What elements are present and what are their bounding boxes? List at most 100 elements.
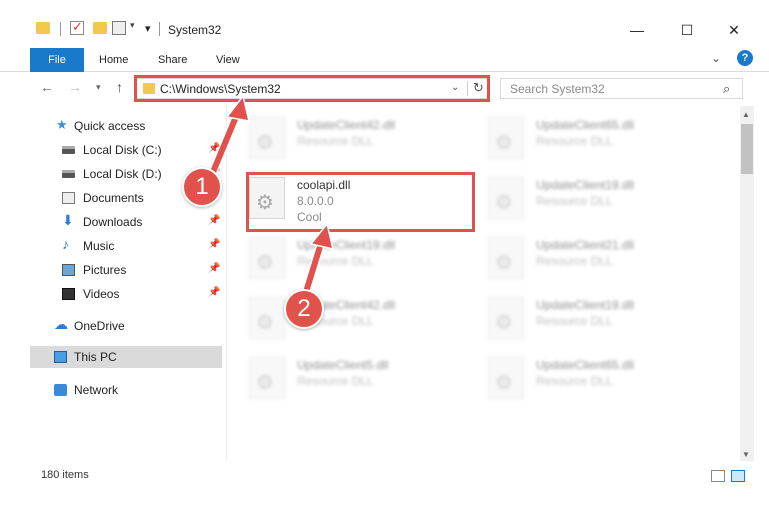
file-type: Resource DLL	[536, 314, 613, 328]
sidebar-item-label: Videos	[83, 287, 120, 301]
pin-icon[interactable]: 📌	[208, 143, 220, 154]
file-tile[interactable]: ⚙ UpdateClient21.dll Resource DLL	[488, 233, 716, 293]
recent-locations-button[interactable]: ▾	[96, 82, 101, 93]
sidebar-item-downloads[interactable]: ⬇ Downloads 📌	[30, 211, 222, 233]
file-name: UpdateClient19.dll	[297, 238, 396, 252]
sidebar-item-label: Local Disk (C:)	[83, 143, 162, 157]
download-icon: ⬇	[62, 212, 74, 228]
navigation-pane: ★ Quick access Local Disk (C:) 📌 Local D…	[30, 106, 225, 461]
sidebar-item-label: Local Disk (D:)	[83, 167, 162, 181]
dll-file-icon: ⚙	[488, 357, 524, 399]
gear-icon: ⚙	[495, 372, 513, 394]
file-name: UpdateClient42.dll	[297, 118, 396, 132]
pane-divider[interactable]	[226, 106, 227, 461]
scroll-thumb[interactable]	[741, 124, 753, 174]
up-button[interactable]: ↑	[116, 79, 123, 95]
file-name: UpdateClient21.dll	[536, 238, 635, 252]
pin-icon[interactable]: 📌	[208, 263, 220, 274]
sidebar-item-label: OneDrive	[74, 319, 125, 333]
title-separator	[159, 22, 160, 36]
music-icon: ♪	[62, 236, 69, 252]
sidebar-item-label: Network	[74, 383, 119, 397]
file-tile[interactable]: ⚙ UpdateClient5.dll Resource DLL	[249, 353, 477, 413]
gear-icon: ⚙	[256, 372, 274, 394]
address-highlight-box	[134, 75, 490, 102]
gear-icon: ⚙	[495, 132, 513, 154]
file-type: Resource DLL	[297, 134, 374, 148]
forward-button[interactable]: →	[68, 79, 82, 95]
properties-check-icon[interactable]	[70, 19, 84, 35]
vertical-scrollbar[interactable]: ▲ ▼	[740, 106, 754, 461]
quick-access-folder-icon[interactable]	[36, 22, 50, 34]
tiles-view-icon[interactable]	[731, 470, 745, 482]
file-name: UpdateClient19.dll	[536, 178, 635, 192]
details-view-icon[interactable]	[711, 470, 725, 482]
sidebar-item-label: Documents	[83, 191, 144, 205]
item-count: 180 items	[41, 469, 89, 481]
search-placeholder: Search System32	[510, 82, 605, 96]
file-type: Resource DLL	[297, 374, 374, 388]
sidebar-item-network[interactable]: Network	[30, 379, 222, 401]
file-type: Resource DLL	[297, 254, 374, 268]
search-input[interactable]: Search System32 ⌕	[500, 78, 743, 99]
dll-file-icon: ⚙	[249, 117, 285, 159]
disk-icon	[62, 146, 75, 154]
pin-icon[interactable]: 📌	[208, 239, 220, 250]
dll-file-icon: ⚙	[249, 237, 285, 279]
file-highlight-box	[246, 172, 475, 232]
tab-file[interactable]: File	[30, 48, 84, 72]
minimize-button[interactable]: —	[627, 20, 647, 40]
file-name: UpdateClient19.dll	[536, 298, 635, 312]
file-name: UpdateClient65.dll	[536, 358, 635, 372]
expand-ribbon-icon[interactable]: ⌄	[711, 51, 721, 65]
customize-toolbar-icon[interactable]: ▾	[145, 22, 151, 35]
sidebar-item-label: This PC	[74, 350, 117, 364]
dll-file-icon: ⚙	[488, 237, 524, 279]
file-tile[interactable]: ⚙ UpdateClient19.dll Resource DLL	[488, 293, 716, 353]
sidebar-item-this-pc[interactable]: This PC	[30, 346, 222, 368]
help-icon[interactable]: ?	[737, 50, 753, 66]
sidebar-item-music[interactable]: ♪ Music 📌	[30, 235, 222, 257]
pin-icon[interactable]: 📌	[208, 287, 220, 298]
file-type: Resource DLL	[536, 134, 613, 148]
callout-badge-2: 2	[284, 289, 324, 329]
callout-badge-1: 1	[182, 167, 222, 207]
sidebar-item-local-disk-c[interactable]: Local Disk (C:) 📌	[30, 139, 222, 161]
window-title: System32	[168, 23, 222, 37]
gear-icon: ⚙	[495, 192, 513, 214]
dll-file-icon: ⚙	[249, 357, 285, 399]
pin-icon[interactable]: 📌	[208, 215, 220, 226]
tab-share[interactable]: Share	[158, 54, 187, 66]
file-tile[interactable]: ⚙ UpdateClient42.dll Resource DLL	[249, 293, 477, 353]
disk-icon	[62, 170, 75, 178]
quick-access-separator	[60, 22, 61, 36]
file-tile[interactable]: ⚙ UpdateClient19.dll Resource DLL	[249, 233, 477, 293]
file-tile[interactable]: ⚙ UpdateClient42.dll Resource DLL	[249, 113, 477, 173]
file-tile[interactable]: ⚙ UpdateClient19.dll Resource DLL	[488, 173, 716, 233]
sidebar-item-label: Music	[83, 239, 115, 253]
gear-icon: ⚙	[256, 132, 274, 154]
close-button[interactable]: ✕	[724, 20, 744, 40]
rename-icon[interactable]	[112, 21, 126, 35]
back-button[interactable]: ←	[40, 79, 54, 95]
file-tile[interactable]: ⚙ UpdateClient65.dll Resource DLL	[488, 353, 716, 413]
tab-view[interactable]: View	[216, 54, 240, 66]
status-bar	[0, 462, 769, 488]
tab-home[interactable]: Home	[99, 54, 128, 66]
file-name: UpdateClient5.dll	[297, 358, 389, 372]
sidebar-item-pictures[interactable]: Pictures 📌	[30, 259, 222, 281]
scroll-down-icon[interactable]: ▼	[742, 450, 750, 459]
scroll-up-icon[interactable]: ▲	[742, 110, 750, 119]
rename-dropdown-icon[interactable]: ▾	[130, 20, 135, 31]
sidebar-item-onedrive[interactable]: ☁ OneDrive	[30, 315, 222, 337]
maximize-button[interactable]: ☐	[677, 20, 697, 40]
new-folder-icon[interactable]	[93, 22, 107, 34]
file-tile[interactable]: ⚙ UpdateClient65.dll Resource DLL	[488, 113, 716, 173]
star-icon: ★	[56, 117, 68, 132]
sidebar-item-quick-access[interactable]: ★ Quick access	[30, 115, 222, 137]
videos-icon	[62, 288, 75, 300]
file-type: Resource DLL	[536, 194, 613, 208]
sidebar-item-videos[interactable]: Videos 📌	[30, 283, 222, 305]
bottom-margin	[0, 488, 769, 514]
search-icon[interactable]: ⌕	[723, 81, 730, 97]
